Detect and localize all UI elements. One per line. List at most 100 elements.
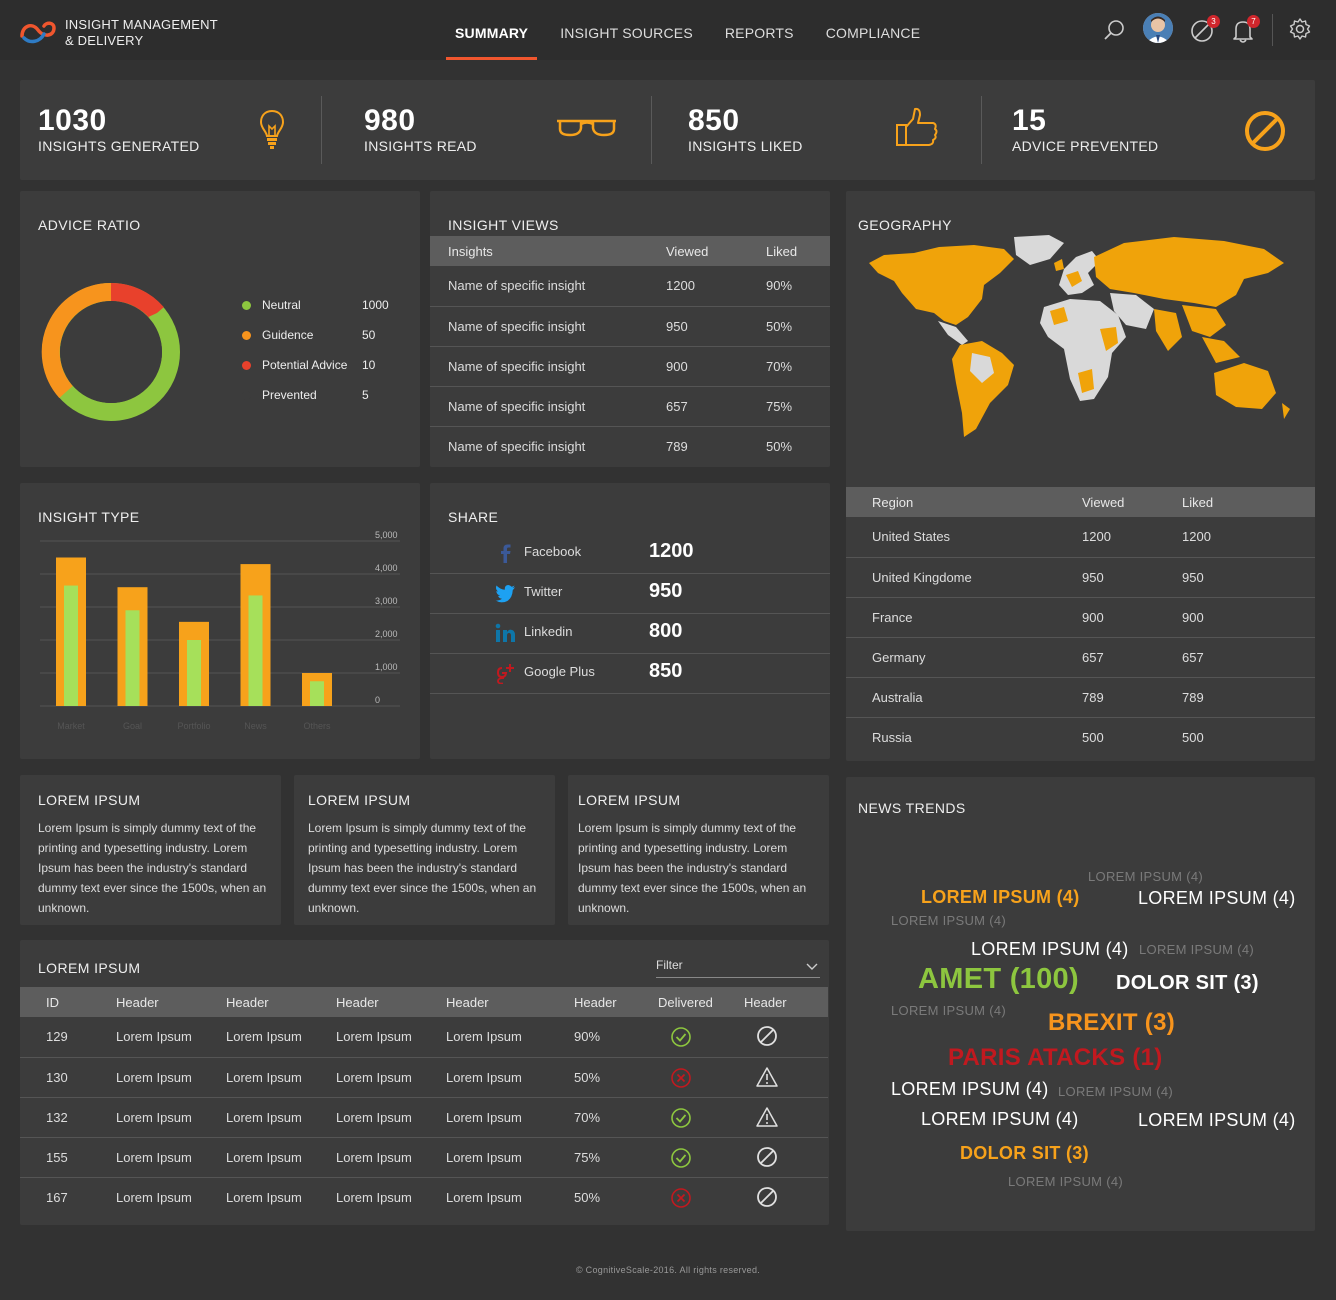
trend-tag[interactable]: PARIS ATACKS (1) — [948, 1044, 1163, 1072]
trend-tag[interactable]: LOREM IPSUM (4) — [1139, 942, 1254, 957]
status-cell — [744, 1017, 828, 1058]
cell-value: Lorem Ipsum — [226, 1017, 336, 1058]
trend-tag[interactable]: DOLOR SIT (3) — [960, 1143, 1089, 1164]
legend-dot — [242, 331, 251, 340]
table-row[interactable]: 130 Lorem Ipsum Lorem Ipsum Lorem Ipsum Lore… — [20, 1057, 828, 1098]
gear-icon[interactable] — [1288, 17, 1312, 41]
table-row[interactable]: Name of specific insight 1200 90% — [430, 266, 830, 307]
kpi-insights-liked: 850 INSIGHTS LIKED — [670, 80, 982, 180]
table-row[interactable]: Name of specific insight 900 70% — [430, 346, 830, 387]
y-tick-label: 3,000 — [375, 596, 398, 606]
lorem-card-1: LOREM IPSUM Lorem Ipsum is simply dummy … — [20, 775, 281, 925]
table-row[interactable]: France 900 900 — [846, 597, 1315, 638]
table-row[interactable]: Germany 657 657 — [846, 637, 1315, 678]
share-row-twitter[interactable]: Twitter 950 — [430, 574, 830, 614]
column-header: Liked — [766, 236, 830, 266]
tab-compliance[interactable]: COMPLIANCE — [817, 0, 930, 60]
trend-tag[interactable]: LOREM IPSUM (4) — [1008, 1174, 1123, 1189]
filter-dropdown[interactable]: Filter — [656, 956, 820, 978]
bar-series-2-goal[interactable] — [125, 610, 140, 706]
column-header: Liked — [1182, 487, 1315, 517]
share-row-linkedin[interactable]: Linkedin 800 — [430, 614, 830, 654]
trend-tag[interactable]: LOREM IPSUM (4) — [891, 1079, 1049, 1100]
prohibited-icon[interactable] — [756, 1146, 778, 1171]
table-row[interactable]: Name of specific insight 950 50% — [430, 306, 830, 347]
trend-tag[interactable]: LOREM IPSUM (4) — [971, 939, 1129, 960]
column-header: Insights — [430, 236, 666, 266]
kpi-insights-generated: 1030 INSIGHTS GENERATED — [20, 80, 322, 180]
trend-tag[interactable]: BREXIT (3) — [1048, 1009, 1175, 1037]
insight-name: Name of specific insight — [430, 306, 666, 347]
table-row[interactable]: 167 Lorem Ipsum Lorem Ipsum Lorem Ipsum Lore… — [20, 1177, 828, 1217]
trend-tag[interactable]: LOREM IPSUM (4) — [1058, 1084, 1173, 1099]
search-icon[interactable] — [1102, 18, 1126, 42]
share-row-google-plus[interactable]: Google Plus 850 — [430, 654, 830, 694]
main-menu: SUMMARY INSIGHT SOURCES REPORTS COMPLIAN… — [446, 0, 943, 60]
map-north-america — [869, 245, 1014, 325]
trend-tag[interactable]: AMET (100) — [918, 963, 1079, 996]
column-header: Viewed — [666, 236, 766, 266]
card-text: Lorem Ipsum is simply dummy text of the … — [38, 821, 267, 915]
table-row[interactable]: Russia 500 500 — [846, 717, 1315, 757]
insight-type-chart: 5,000 4,000 3,000 2,000 1,000 0 Market Goal Port… — [40, 530, 400, 731]
table-header-row: ID Header Header Header Header Header De… — [20, 987, 828, 1017]
insight-name: Name of specific insight — [430, 266, 666, 307]
tab-reports[interactable]: REPORTS — [716, 0, 803, 60]
prohibited-icon[interactable] — [756, 1025, 778, 1050]
avatar[interactable] — [1143, 13, 1173, 43]
trend-tag[interactable]: LOREM IPSUM (4) — [921, 887, 1080, 908]
share-row-facebook[interactable]: Facebook 1200 — [430, 534, 830, 574]
trend-tag[interactable]: LOREM IPSUM (4) — [1138, 888, 1296, 909]
trend-tag[interactable]: LOREM IPSUM (4) — [1088, 869, 1203, 884]
region-name: United Kingdome — [846, 557, 1082, 598]
trend-tag[interactable]: LOREM IPSUM (4) — [891, 1003, 1006, 1018]
bar-series-2-news[interactable] — [248, 595, 263, 706]
viewed-value: 900 — [1082, 597, 1182, 638]
column-header: Header — [446, 987, 574, 1017]
prohibited-icon — [1245, 111, 1285, 151]
bar-series-2-others[interactable] — [310, 681, 324, 706]
bar-series-2-market[interactable] — [64, 585, 78, 706]
trend-tag[interactable]: DOLOR SIT (3) — [1116, 972, 1259, 995]
viewed-value: 1200 — [666, 266, 766, 307]
liked-value: 1200 — [1182, 517, 1315, 558]
bar-series-2-portfolio[interactable] — [187, 640, 201, 706]
table-row[interactable]: Australia 789 789 — [846, 677, 1315, 718]
facebook-icon — [501, 544, 511, 563]
viewed-value: 789 — [1082, 677, 1182, 718]
viewed-value: 950 — [1082, 557, 1182, 598]
warning-icon[interactable] — [756, 1066, 778, 1091]
prohibited-icon[interactable] — [756, 1186, 778, 1211]
kpi-insights-read: 980 INSIGHTS READ — [346, 80, 652, 180]
trend-tag[interactable]: LOREM IPSUM (4) — [1138, 1110, 1296, 1131]
news-trends-panel: NEWS TRENDS LOREM IPSUM (4) LOREM IPSUM … — [846, 777, 1315, 1231]
panel-title: GEOGRAPHY — [858, 217, 952, 233]
liked-value: 70% — [766, 346, 830, 387]
column-header: Header — [336, 987, 446, 1017]
cell-value: Lorem Ipsum — [226, 1137, 336, 1178]
tab-insight-sources[interactable]: INSIGHT SOURCES — [551, 0, 702, 60]
trend-tag[interactable]: LOREM IPSUM (4) — [891, 913, 1006, 928]
table-row[interactable]: United Kingdome 950 950 — [846, 557, 1315, 598]
tab-summary[interactable]: SUMMARY — [446, 0, 538, 60]
brand-line1: INSIGHT MANAGEMENT — [65, 17, 218, 32]
legend-value: 10 — [362, 358, 376, 372]
table-row[interactable]: Name of specific insight 789 50% — [430, 426, 830, 466]
geography-table: Region Viewed Liked United States 1200 120… — [846, 487, 1315, 757]
map-greenland — [1014, 235, 1064, 265]
cell-value: Lorem Ipsum — [336, 1189, 412, 1205]
column-header: Viewed — [1082, 487, 1182, 517]
table-row[interactable]: 132 Lorem Ipsum Lorem Ipsum Lorem Ipsum Lore… — [20, 1097, 828, 1138]
region-name: Australia — [846, 677, 1082, 718]
y-tick-label: 4,000 — [375, 563, 398, 573]
trend-tag[interactable]: LOREM IPSUM (4) — [921, 1109, 1079, 1130]
map-central-america — [938, 321, 968, 345]
warning-icon[interactable] — [756, 1106, 778, 1131]
table-row[interactable]: Name of specific insight 657 75% — [430, 386, 830, 427]
table-row[interactable]: United States 1200 1200 — [846, 517, 1315, 558]
table-row[interactable]: 155 Lorem Ipsum Lorem Ipsum Lorem Ipsum Lore… — [20, 1137, 828, 1178]
percent-value: 50% — [574, 1189, 601, 1205]
x-tick-label: Market — [57, 721, 85, 731]
table-row[interactable]: 129 Lorem Ipsum Lorem Ipsum Lorem Ipsum Lore… — [20, 1017, 828, 1058]
kpi-value: 1030 — [38, 104, 107, 137]
